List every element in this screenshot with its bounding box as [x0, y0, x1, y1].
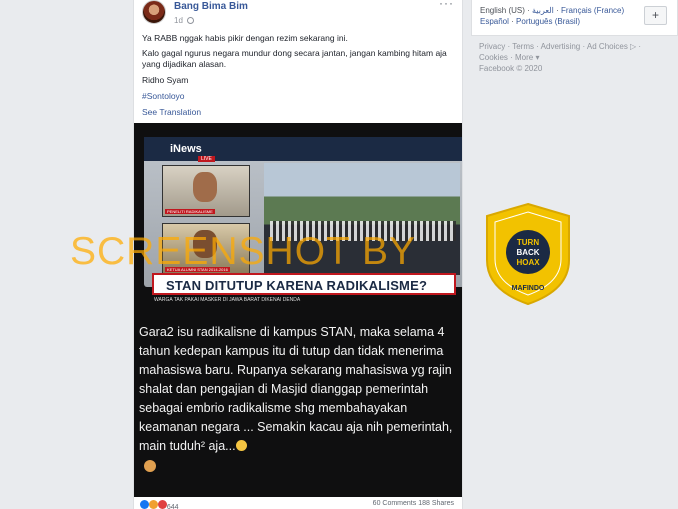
badge-text-1: TURN: [517, 238, 539, 247]
angry-icon: [157, 500, 167, 509]
terms-link[interactable]: Terms: [512, 42, 534, 51]
live-badge: LIVE: [198, 156, 215, 162]
footer-links: Privacy · Terms · Advertising · Ad Choic…: [479, 42, 642, 73]
lang-english: English (US): [480, 6, 525, 15]
news-ticker: WARGA TAK PAKAI MASKER DI JAWA BARAT DIK…: [154, 297, 301, 303]
unamused-emoji-icon: [235, 440, 247, 451]
post-text-line-2: Kalo gagal ngurus negara mundur dong sec…: [142, 48, 447, 69]
lang-french[interactable]: Français (France): [561, 6, 624, 15]
more-link[interactable]: More: [515, 53, 533, 62]
hashtag-link[interactable]: #Sontoloyo: [142, 91, 185, 101]
see-translation-link[interactable]: See Translation: [142, 107, 201, 117]
news-headline: STAN DITUTUP KARENA RADIKALISME?: [166, 278, 428, 293]
privacy-link[interactable]: Privacy: [479, 42, 505, 51]
speaker-1-face: [193, 172, 217, 202]
badge-text-3: HOAX: [516, 258, 540, 267]
image-overlay-text: Gara2 isu radikalisne di kampus STAN, ma…: [139, 325, 453, 453]
cookies-link[interactable]: Cookies: [479, 53, 508, 62]
post-image[interactable]: iNews LIVE PENELITI RADIKALISME KETUA AL…: [134, 123, 462, 497]
lang-portuguese[interactable]: Português (Brasil): [516, 17, 580, 26]
globe-icon: [186, 17, 194, 24]
copyright: Facebook © 2020: [479, 64, 543, 73]
more-options-icon[interactable]: ···: [439, 0, 454, 10]
mafindo-badge-icon: TURN BACK HOAX MAFINDO: [486, 202, 570, 306]
screenshot-watermark: SCREENSHOT BY: [70, 230, 417, 273]
like-icon: [140, 500, 149, 509]
language-box: English (US) · العربية · Français (Franc…: [471, 0, 678, 36]
advertising-link[interactable]: Advertising: [541, 42, 581, 51]
post-text-line-3: Ridho Syam: [142, 75, 189, 85]
channel-logo: iNews: [170, 143, 202, 155]
news-headline-bar: STAN DITUTUP KARENA RADIKALISME?: [152, 273, 456, 295]
lang-spanish[interactable]: Español: [480, 17, 509, 26]
author-avatar[interactable]: [142, 0, 166, 24]
ad-choices-link[interactable]: Ad Choices: [587, 42, 628, 51]
badge-text-2: BACK: [516, 248, 539, 257]
comments-shares[interactable]: 60 Comments 188 Shares: [373, 500, 454, 507]
lang-arabic[interactable]: العربية: [532, 6, 554, 15]
reactions-count: 644: [166, 504, 179, 509]
author-name[interactable]: Bang Bima Bim: [174, 1, 248, 12]
haha-icon: [148, 500, 158, 509]
post-text-line-1: Ya RABB nggak habis pikir dengan rezim s…: [142, 33, 348, 43]
reactions-summary[interactable]: 644: [140, 500, 179, 509]
speaker-1-caption: PENELITI RADIKALISME: [165, 209, 215, 214]
language-list: English (US) · العربية · Français (Franc…: [480, 6, 625, 26]
person-emoji-icon: [144, 460, 156, 472]
post-header: Bang Bima Bim 1d ···: [142, 0, 456, 30]
badge-name: MAFINDO: [512, 285, 545, 292]
add-language-button[interactable]: +: [644, 6, 667, 25]
post-timestamp[interactable]: 1d: [174, 16, 194, 25]
speaker-1-frame: PENELITI RADIKALISME: [162, 165, 250, 217]
